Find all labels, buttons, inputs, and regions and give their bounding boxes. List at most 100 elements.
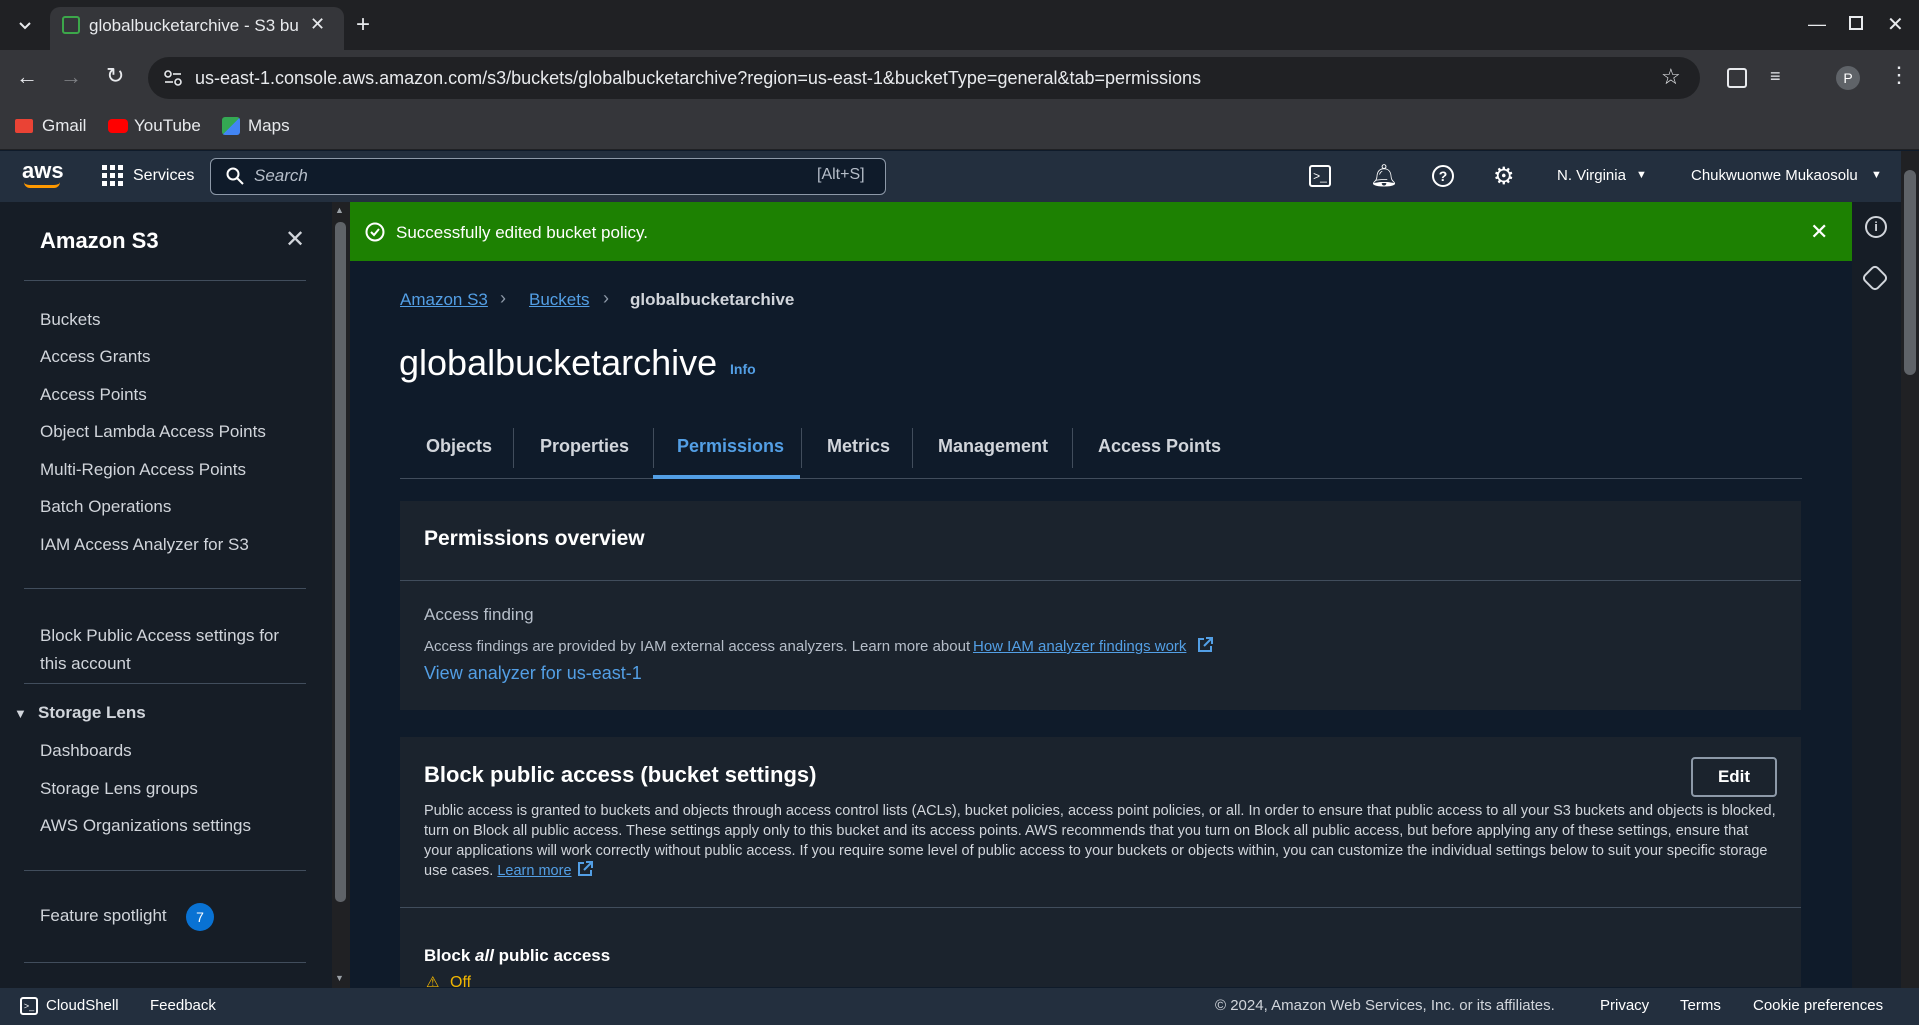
- sidebar-item-storage-lens-groups[interactable]: Storage Lens groups: [40, 779, 198, 799]
- tab-management[interactable]: Management: [938, 436, 1048, 457]
- url-text: us-east-1.console.aws.amazon.com/s3/buck…: [195, 68, 1202, 88]
- sidebar-divider: [24, 588, 306, 589]
- profile-avatar[interactable]: P: [1836, 66, 1860, 90]
- search-shortcut: [Alt+S]: [817, 166, 865, 183]
- window-close-icon[interactable]: ✕: [1887, 12, 1904, 37]
- sidebar-item-access-grants[interactable]: Access Grants: [40, 347, 151, 367]
- bucket-favicon-icon: [62, 16, 80, 34]
- cookie-preferences-link[interactable]: Cookie preferences: [1753, 997, 1883, 1014]
- view-analyzer-link[interactable]: View analyzer for us-east-1: [424, 663, 642, 684]
- block-all-public-access-label: Block all public access: [424, 946, 610, 966]
- flash-message: Successfully edited bucket policy.: [396, 223, 648, 242]
- back-icon[interactable]: ←: [16, 64, 38, 90]
- tab-metrics[interactable]: Metrics: [827, 436, 890, 457]
- cloudshell-icon[interactable]: >_: [1309, 165, 1331, 187]
- account-menu[interactable]: Chukwuonwe Mukaosolu: [1691, 167, 1858, 184]
- setting-emphasis: all: [475, 946, 494, 965]
- breadcrumb-amazon-s3[interactable]: Amazon S3: [400, 290, 488, 310]
- iam-analyzer-link[interactable]: How IAM analyzer findings work: [973, 638, 1186, 655]
- tab-permissions[interactable]: Permissions: [677, 436, 784, 457]
- card-divider: [400, 907, 1801, 908]
- sidebar-divider: [24, 280, 306, 281]
- tab-separator: [513, 428, 514, 468]
- terms-link[interactable]: Terms: [1680, 997, 1721, 1014]
- tab-separator: [653, 428, 654, 468]
- learn-more-link[interactable]: Learn more: [497, 863, 571, 879]
- breadcrumb-chevron-icon: ›: [603, 288, 609, 308]
- bookmark-maps[interactable]: Maps: [248, 116, 290, 136]
- site-info-icon[interactable]: [164, 70, 182, 86]
- flash-dismiss-icon[interactable]: ✕: [1810, 219, 1828, 245]
- youtube-icon: [108, 119, 128, 133]
- sidebar-divider: [24, 683, 306, 684]
- cloudshell-footer-icon: >_: [20, 997, 38, 1015]
- tab-properties[interactable]: Properties: [540, 436, 629, 457]
- region-selector[interactable]: N. Virginia: [1557, 167, 1626, 184]
- external-link-icon: [1196, 636, 1214, 654]
- bookmark-gmail[interactable]: Gmail: [42, 116, 86, 136]
- restore-icon[interactable]: [1849, 16, 1863, 30]
- region-caret-icon: ▼: [1636, 169, 1647, 181]
- sidebar-item-feature-spotlight[interactable]: Feature spotlight: [40, 906, 167, 926]
- info-link[interactable]: Info: [730, 361, 756, 377]
- page-title: globalbucketarchive: [399, 342, 718, 383]
- block-status: Off: [450, 974, 472, 988]
- aws-smile-icon: [24, 182, 60, 188]
- info-panel-icon[interactable]: i: [1865, 216, 1887, 238]
- sidebar-item-dashboards[interactable]: Dashboards: [40, 741, 132, 761]
- bookmark-star-icon[interactable]: ☆: [1661, 64, 1681, 90]
- bookmark-youtube[interactable]: YouTube: [134, 116, 201, 136]
- privacy-link[interactable]: Privacy: [1600, 997, 1649, 1014]
- expand-caret-icon[interactable]: ▼: [14, 706, 27, 721]
- page-scroll-thumb[interactable]: [1904, 170, 1916, 375]
- tab-objects[interactable]: Objects: [426, 436, 492, 457]
- tab-separator: [1072, 428, 1073, 468]
- settings-gear-icon[interactable]: ⚙: [1493, 162, 1515, 191]
- breadcrumb-buckets[interactable]: Buckets: [529, 290, 589, 310]
- sidebar-item-block-public-access[interactable]: Block Public Access settings for this ac…: [40, 622, 310, 678]
- external-link-icon: [576, 861, 594, 877]
- access-finding-label: Access finding: [424, 605, 534, 624]
- edit-button[interactable]: Edit: [1691, 757, 1777, 797]
- minimize-icon[interactable]: —: [1808, 14, 1826, 35]
- new-tab-icon[interactable]: +: [356, 11, 370, 39]
- setting-prefix: Block: [424, 946, 471, 965]
- cloudshell-button[interactable]: CloudShell: [46, 997, 119, 1014]
- media-controls-icon[interactable]: ≡: [1770, 66, 1781, 87]
- help-icon[interactable]: ?: [1432, 165, 1454, 187]
- storage-lens-header[interactable]: Storage Lens: [38, 703, 146, 723]
- feedback-link[interactable]: Feedback: [150, 997, 216, 1014]
- sidebar-item-batch-operations[interactable]: Batch Operations: [40, 497, 171, 517]
- sidebar-item-org-settings[interactable]: AWS Organizations settings: [40, 816, 251, 836]
- maps-icon: [222, 117, 240, 135]
- chevron-down-icon: [19, 22, 31, 30]
- sidebar-scroll-thumb[interactable]: [335, 222, 346, 902]
- search-icon: [226, 167, 244, 185]
- scroll-down-icon[interactable]: ▼: [335, 973, 344, 983]
- sidebar-item-object-lambda[interactable]: Object Lambda Access Points: [40, 422, 266, 442]
- sidebar-item-access-points[interactable]: Access Points: [40, 385, 147, 405]
- description-text: Public access is granted to buckets and …: [424, 803, 1776, 879]
- tab-close-icon[interactable]: ✕: [310, 14, 325, 35]
- reload-icon[interactable]: ↻: [106, 63, 124, 89]
- sidebar-item-iam-analyzer[interactable]: IAM Access Analyzer for S3: [40, 535, 249, 555]
- services-menu[interactable]: Services: [133, 167, 194, 185]
- notifications-bell-icon[interactable]: 🔔︎: [1370, 163, 1398, 189]
- scroll-up-icon[interactable]: ▲: [335, 205, 344, 215]
- tab-separator: [912, 428, 913, 468]
- extensions-icon[interactable]: [1727, 68, 1747, 88]
- sidebar-divider: [24, 870, 306, 871]
- sidebar-close-icon[interactable]: ✕: [285, 225, 305, 254]
- aws-logo[interactable]: aws: [22, 158, 64, 184]
- search-input[interactable]: [210, 158, 886, 195]
- browser-menu-icon[interactable]: ⋮: [1888, 62, 1910, 88]
- block-public-access-title: Block public access (bucket settings): [424, 762, 817, 787]
- services-grid-icon[interactable]: [102, 165, 124, 187]
- tab-search-button[interactable]: [12, 10, 38, 40]
- sidebar-item-buckets[interactable]: Buckets: [40, 310, 100, 330]
- search-placeholder: Search: [254, 166, 308, 185]
- sidebar-item-multi-region[interactable]: Multi-Region Access Points: [40, 460, 246, 480]
- help-panel-rail: [1852, 202, 1901, 988]
- forward-icon[interactable]: →: [60, 64, 82, 90]
- tab-access-points[interactable]: Access Points: [1098, 436, 1221, 457]
